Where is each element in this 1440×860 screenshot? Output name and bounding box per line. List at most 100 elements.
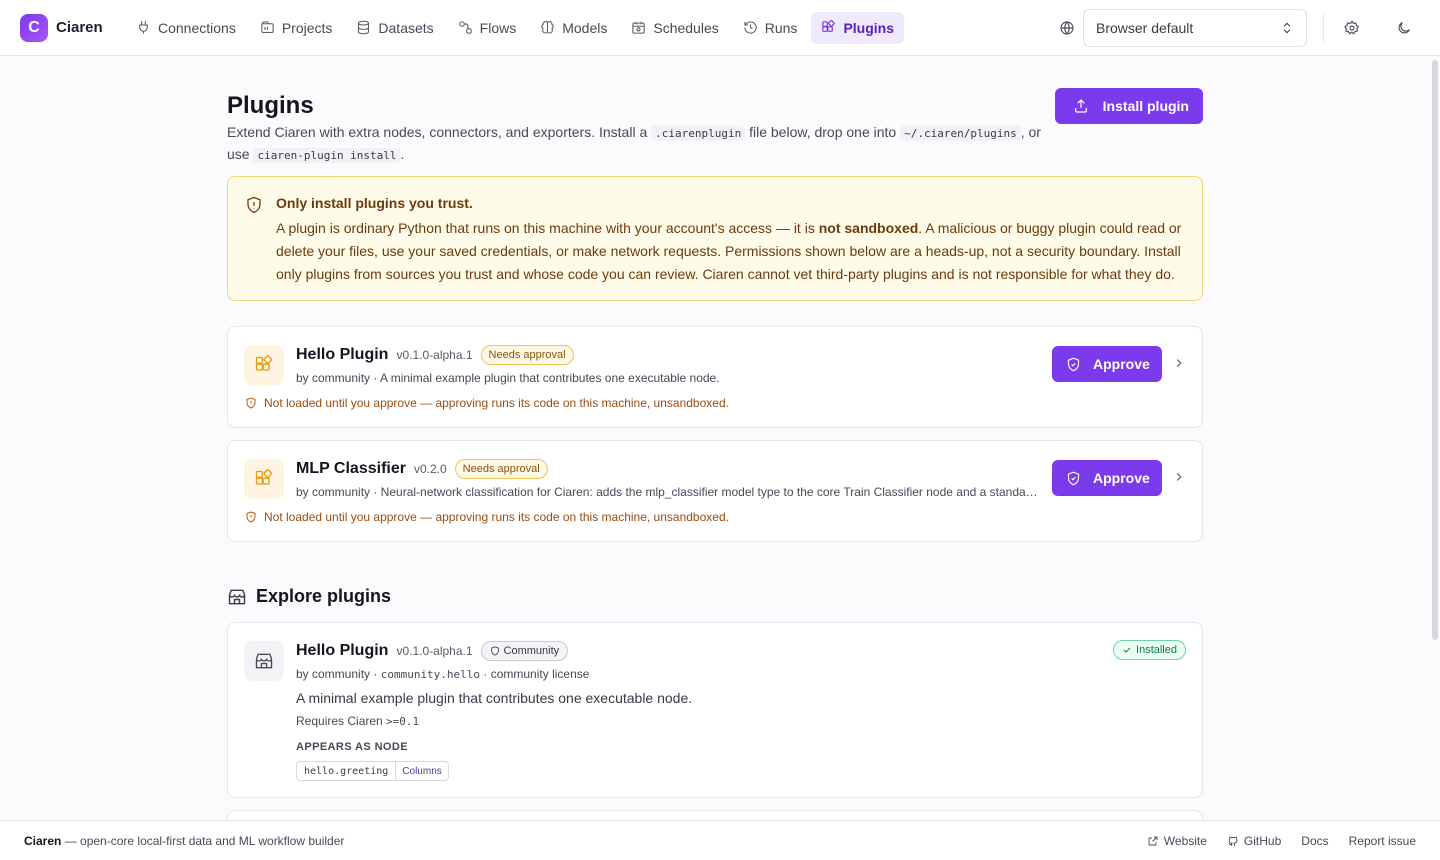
- database-icon: [358, 20, 370, 35]
- nav-item-label: Models: [562, 19, 608, 36]
- footer-links: Website GitHub Docs Report issue: [1147, 834, 1416, 848]
- brand[interactable]: C Ciaren: [20, 13, 116, 42]
- page-scrollbar[interactable]: [1432, 60, 1438, 640]
- nav-item-label: Projects: [281, 19, 333, 36]
- language-select-value: Browser default: [1096, 20, 1194, 36]
- page-description: Extend Ciaren with extra nodes, connecto…: [227, 124, 1041, 163]
- file-extension-code: .ciarenplugin: [651, 126, 746, 141]
- nav-item-projects[interactable]: Projects: [250, 12, 343, 44]
- appears-as-node-label: APPEARS AS NODE: [296, 741, 408, 753]
- needs-approval-badge: Needs approval: [480, 345, 574, 365]
- explore-section-title: Explore plugins: [227, 586, 391, 607]
- github-icon: [1228, 836, 1238, 846]
- plugin-name: MLP Classifier: [296, 460, 406, 477]
- plugin-icon: [244, 459, 284, 499]
- store-icon: [255, 653, 273, 669]
- nav-item-label: Runs: [764, 19, 798, 36]
- nav-item-schedules[interactable]: Schedules: [621, 12, 728, 44]
- shield-alert-icon: [246, 511, 256, 523]
- topbar-actions: Browser default: [1059, 0, 1440, 56]
- chevron-right-icon[interactable]: [1172, 470, 1186, 484]
- pending-plugin-card[interactable]: MLP Classifier v0.2.0 Needs approval by …: [227, 440, 1203, 542]
- plugin-meta: by community · Neural-network classifica…: [296, 485, 1038, 499]
- node-chip: hello.greeting Columns: [296, 761, 449, 781]
- language-select[interactable]: Browser default: [1083, 9, 1307, 47]
- shield-check-icon: [1067, 357, 1080, 371]
- nav-item-models[interactable]: Models: [530, 12, 617, 44]
- plugin-title-row: Hello Plugin v0.1.0-alpha.1 Community: [296, 641, 569, 661]
- footer-link-github[interactable]: GitHub: [1227, 834, 1281, 848]
- puzzle-icon: [255, 355, 273, 371]
- workflow-icon: [459, 21, 472, 34]
- store-icon: [228, 589, 246, 604]
- plugin-name: Hello Plugin: [296, 346, 389, 363]
- settings-button[interactable]: [1336, 12, 1368, 44]
- shield-check-icon: [1067, 471, 1080, 485]
- history-icon: [744, 21, 757, 34]
- plugins-path-code: ~/.ciaren/plugins: [900, 126, 1021, 141]
- plugin-description: A minimal example plugin that contribute…: [296, 690, 693, 706]
- footer-link-docs[interactable]: Docs: [1301, 834, 1328, 848]
- plugin-title-row: Hello Plugin v0.1.0-alpha.1 Needs approv…: [296, 345, 574, 365]
- brand-logo: C: [20, 13, 48, 42]
- puzzle-icon: [822, 20, 836, 32]
- nav-item-flows[interactable]: Flows: [448, 12, 527, 44]
- plugin-name: Hello Plugin: [296, 642, 389, 659]
- page-header: Plugins Extend Ciaren with extra nodes, …: [227, 56, 1203, 176]
- shield-alert-icon: [246, 397, 256, 409]
- nav-item-plugins[interactable]: Plugins: [811, 11, 904, 44]
- plugin-approval-note: Not loaded until you approve — approving…: [245, 396, 729, 410]
- footer-tagline: — open-core local-first data and ML work…: [64, 833, 345, 848]
- page-title: Plugins: [227, 92, 314, 119]
- plugin-meta: by community · A minimal example plugin …: [296, 371, 720, 385]
- plugin-version: v0.1.0-alpha.1: [396, 644, 473, 658]
- moon-icon: [1398, 22, 1410, 34]
- node-id: hello.greeting: [297, 762, 397, 780]
- nav-item-label: Plugins: [843, 19, 894, 36]
- brand-name: Ciaren: [56, 19, 103, 36]
- warning-title: Only install plugins you trust.: [276, 195, 473, 211]
- plugin-requirement: Requires Ciaren >=0.1: [296, 714, 420, 728]
- upload-icon: [1074, 99, 1087, 113]
- approve-label: Approve: [1093, 356, 1150, 372]
- main-content: Plugins Extend Ciaren with extra nodes, …: [227, 56, 1203, 830]
- warning-text: A plugin is ordinary Python that runs on…: [276, 220, 1182, 282]
- calendar-icon: [632, 21, 646, 34]
- installed-badge: Installed: [1113, 640, 1186, 660]
- needs-approval-badge: Needs approval: [454, 459, 548, 479]
- nav-item-runs[interactable]: Runs: [733, 12, 808, 44]
- footer-brand: Ciaren: [24, 833, 62, 848]
- chevron-right-icon[interactable]: [1172, 356, 1186, 370]
- approve-button[interactable]: Approve: [1052, 346, 1162, 382]
- plugin-version: v0.2.0: [413, 462, 447, 476]
- gear-icon: [1344, 20, 1360, 35]
- plugin-approval-note: Not loaded until you approve — approving…: [245, 510, 729, 524]
- nav-item-connections[interactable]: Connections: [126, 12, 246, 44]
- folder-icon: [261, 21, 274, 34]
- external-link-icon: [1148, 836, 1158, 845]
- nav-item-label: Flows: [479, 19, 517, 36]
- install-plugin-button[interactable]: Install plugin: [1054, 88, 1203, 124]
- nav-item-datasets[interactable]: Datasets: [346, 12, 443, 44]
- check-icon: [1123, 647, 1131, 653]
- install-plugin-label: Install plugin: [1102, 98, 1189, 114]
- top-navigation-bar: C Ciaren Connections Projects Datasets F…: [0, 0, 1440, 56]
- plugin-version: v0.1.0-alpha.1: [396, 348, 473, 362]
- nav-item-label: Schedules: [653, 19, 719, 36]
- shield-icon: [490, 646, 499, 656]
- plugin-icon: [244, 641, 284, 681]
- footer-link-website[interactable]: Website: [1147, 834, 1207, 848]
- approve-button[interactable]: Approve: [1052, 460, 1162, 496]
- plugin-icon: [244, 345, 284, 385]
- main-nav: Connections Projects Datasets Flows Mode…: [126, 11, 904, 44]
- globe-icon: [1060, 21, 1074, 35]
- plug-icon: [139, 21, 148, 34]
- footer-link-report-issue[interactable]: Report issue: [1349, 834, 1416, 848]
- chevron-up-down-icon: [1283, 22, 1291, 34]
- nav-item-label: Connections: [158, 19, 236, 36]
- cli-command-code: ciaren-plugin install: [253, 148, 401, 163]
- explore-plugin-card[interactable]: Hello Plugin v0.1.0-alpha.1 Community In…: [227, 622, 1203, 798]
- plugin-title-row: MLP Classifier v0.2.0 Needs approval: [296, 459, 548, 479]
- theme-toggle-button[interactable]: [1388, 12, 1420, 44]
- pending-plugin-card[interactable]: Hello Plugin v0.1.0-alpha.1 Needs approv…: [227, 326, 1203, 428]
